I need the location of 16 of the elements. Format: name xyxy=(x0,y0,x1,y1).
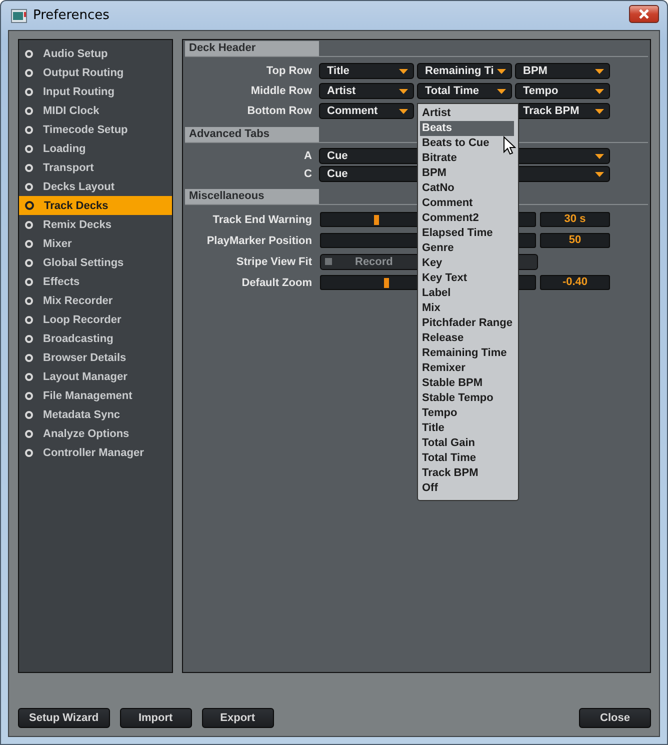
row-label: PlayMarker Position xyxy=(206,234,312,246)
row-label: Middle Row xyxy=(250,85,312,97)
window-title: Preferences xyxy=(33,8,110,23)
section-header: Advanced Tabs xyxy=(185,127,319,142)
value-readout: 30 s xyxy=(540,212,610,227)
row-label: Stripe View Fit xyxy=(235,256,312,268)
row-label: Track End Warning xyxy=(212,214,312,226)
row-label: Default Zoom xyxy=(240,276,312,288)
row-label: Bottom Row xyxy=(246,105,312,117)
row-label: A xyxy=(303,150,312,162)
row-label: Top Row xyxy=(265,65,312,77)
section-header: Miscellaneous xyxy=(185,189,319,204)
section-header: Deck Header xyxy=(185,41,319,56)
row-label: C xyxy=(303,168,312,180)
value-readout: 50 xyxy=(540,233,610,248)
value-readout: -0.40 xyxy=(540,275,610,290)
